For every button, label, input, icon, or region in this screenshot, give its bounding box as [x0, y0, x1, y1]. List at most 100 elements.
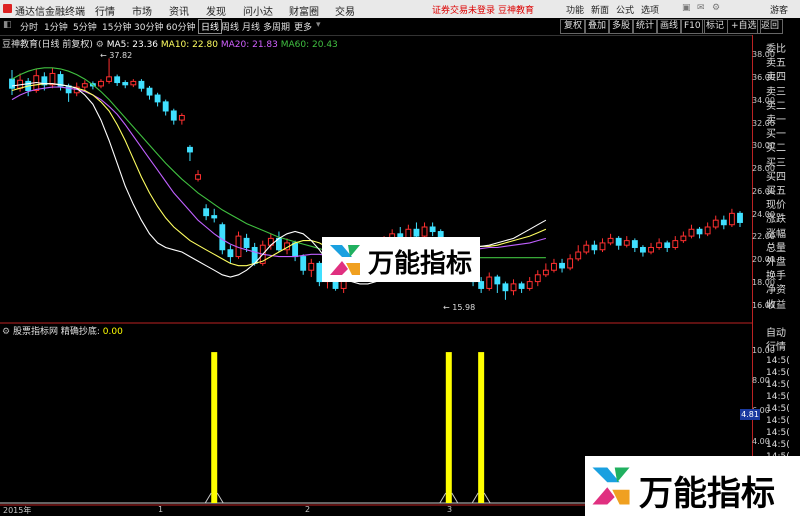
x-label-month-2: 2	[305, 505, 311, 514]
indicator-value: 0.00	[102, 327, 123, 337]
menu-wenxiaoda[interactable]: 问小达	[243, 3, 273, 18]
candle-body	[567, 258, 574, 269]
user-icon[interactable]: ▣	[682, 3, 691, 13]
watermark-corner: 万能指标	[585, 456, 800, 516]
ma60-line	[11, 67, 546, 260]
side-tab-label[interactable]: 行情	[766, 338, 786, 353]
candle-body	[292, 242, 299, 258]
period-weekly[interactable]: 周线	[221, 20, 239, 33]
side-field-label[interactable]: 外盘	[766, 253, 786, 268]
candle-body	[534, 274, 541, 283]
candle-body	[551, 262, 557, 271]
candle-body	[81, 83, 88, 88]
period-multi[interactable]: 多周期	[263, 20, 290, 33]
side-field-label[interactable]: 卖二	[766, 97, 786, 112]
period-15min[interactable]: 15分钟	[102, 20, 131, 33]
toolbar-toggle-icon[interactable]: ◧	[3, 20, 12, 30]
candle-body	[664, 242, 671, 248]
menu-options[interactable]: 选项	[641, 3, 659, 16]
side-field-label[interactable]: 涨幅	[766, 225, 786, 240]
candle-body	[559, 262, 565, 269]
side-tab-label[interactable]: 自动	[766, 324, 786, 339]
candle-body	[49, 72, 56, 86]
menu-function[interactable]: 功能	[566, 3, 584, 16]
signal-bar	[478, 352, 485, 503]
tick-time-label: 14:5(	[766, 416, 790, 426]
candle-body	[737, 212, 743, 223]
menu-quotes[interactable]: 行情	[95, 3, 115, 18]
menu-formula[interactable]: 公式	[616, 3, 634, 16]
menu-wealth-circle[interactable]: 财富圈	[289, 3, 319, 18]
button-f10[interactable]: F10	[680, 19, 705, 34]
candle-body	[607, 237, 614, 244]
guest-label[interactable]: 游客	[770, 3, 788, 16]
period-tick[interactable]: 分时	[20, 20, 38, 33]
high-price-value: 37.82	[109, 51, 133, 60]
button-draw[interactable]: 画线	[656, 19, 683, 34]
period-1min[interactable]: 1分钟	[44, 20, 68, 33]
button-overlay[interactable]: 叠加	[584, 19, 611, 34]
menu-news[interactable]: 资讯	[169, 3, 189, 18]
side-field-label[interactable]: 买三	[766, 154, 786, 169]
button-back[interactable]: 返回	[757, 19, 784, 34]
watermark-center: 万能指标	[322, 237, 480, 282]
app-logo-icon	[3, 4, 12, 13]
candle-body	[518, 283, 525, 289]
menu-market[interactable]: 市场	[132, 3, 152, 18]
period-30min[interactable]: 30分钟	[134, 20, 163, 33]
period-more[interactable]: 更多	[294, 20, 312, 33]
menu-trade[interactable]: 交易	[335, 3, 355, 18]
period-60min[interactable]: 60分钟	[166, 20, 195, 33]
side-field-label[interactable]: 换手	[766, 267, 786, 282]
side-field-label[interactable]: 委比	[766, 40, 786, 55]
candle-body	[9, 78, 15, 89]
side-field-label[interactable]: 买一	[766, 125, 786, 140]
candle-body	[631, 240, 638, 248]
candle-body	[494, 276, 501, 285]
candle-body	[203, 208, 210, 217]
candle-body	[114, 76, 121, 84]
side-field-label[interactable]: 总量	[766, 239, 786, 254]
side-field-label[interactable]: 卖四	[766, 68, 786, 83]
indicator-settings-icon[interactable]: ⚙	[2, 327, 10, 337]
tick-time-label: 14:5(	[766, 356, 790, 366]
side-field-label[interactable]: 卖一	[766, 111, 786, 126]
candle-body	[146, 87, 153, 96]
period-monthly[interactable]: 月线	[242, 20, 260, 33]
side-field-label[interactable]: 买五	[766, 182, 786, 197]
button-mark[interactable]: 标记	[702, 19, 729, 34]
menu-new-page[interactable]: 新面	[591, 3, 609, 16]
side-field-label[interactable]: 卖五	[766, 54, 786, 69]
candle-body	[170, 110, 177, 121]
settings-icon[interactable]: ⚙	[712, 3, 720, 13]
candle-body	[219, 224, 226, 251]
button-add-watchlist[interactable]: +自选	[727, 19, 761, 34]
side-field-label[interactable]: 收益	[766, 296, 786, 311]
side-field-label[interactable]: 净资	[766, 281, 786, 296]
candle-body	[98, 80, 104, 87]
more-chevron-icon[interactable]: ▾	[316, 20, 321, 30]
candle-body	[300, 256, 307, 271]
indicator-legend: ⚙ 股票指标网 精确抄底: 0.00	[2, 324, 123, 337]
candle-body	[526, 281, 533, 289]
menu-discover[interactable]: 发现	[206, 3, 226, 18]
message-icon[interactable]: ✉	[697, 3, 705, 13]
period-5min[interactable]: 5分钟	[73, 20, 97, 33]
side-field-label[interactable]: 现价	[766, 196, 786, 211]
side-field-label[interactable]: 买四	[766, 168, 786, 183]
side-field-label[interactable]: 卖三	[766, 83, 786, 98]
candle-body	[648, 246, 654, 253]
login-notice[interactable]: 证券交易未登录	[432, 3, 495, 16]
side-field-label[interactable]: 涨跌	[766, 210, 786, 225]
button-adjust[interactable]: 复权	[560, 19, 587, 34]
candle-body	[154, 94, 161, 103]
period-daily[interactable]: 日线	[198, 19, 223, 34]
candle-body	[195, 174, 201, 180]
candle-body	[615, 237, 622, 246]
button-stats[interactable]: 统计	[632, 19, 659, 34]
candle-body	[106, 76, 112, 82]
button-multi-stock[interactable]: 多股	[608, 19, 635, 34]
x-label-month-3: 3	[447, 505, 453, 514]
side-field-label[interactable]: 买二	[766, 139, 786, 154]
watermark-corner-logo-icon	[592, 467, 630, 505]
